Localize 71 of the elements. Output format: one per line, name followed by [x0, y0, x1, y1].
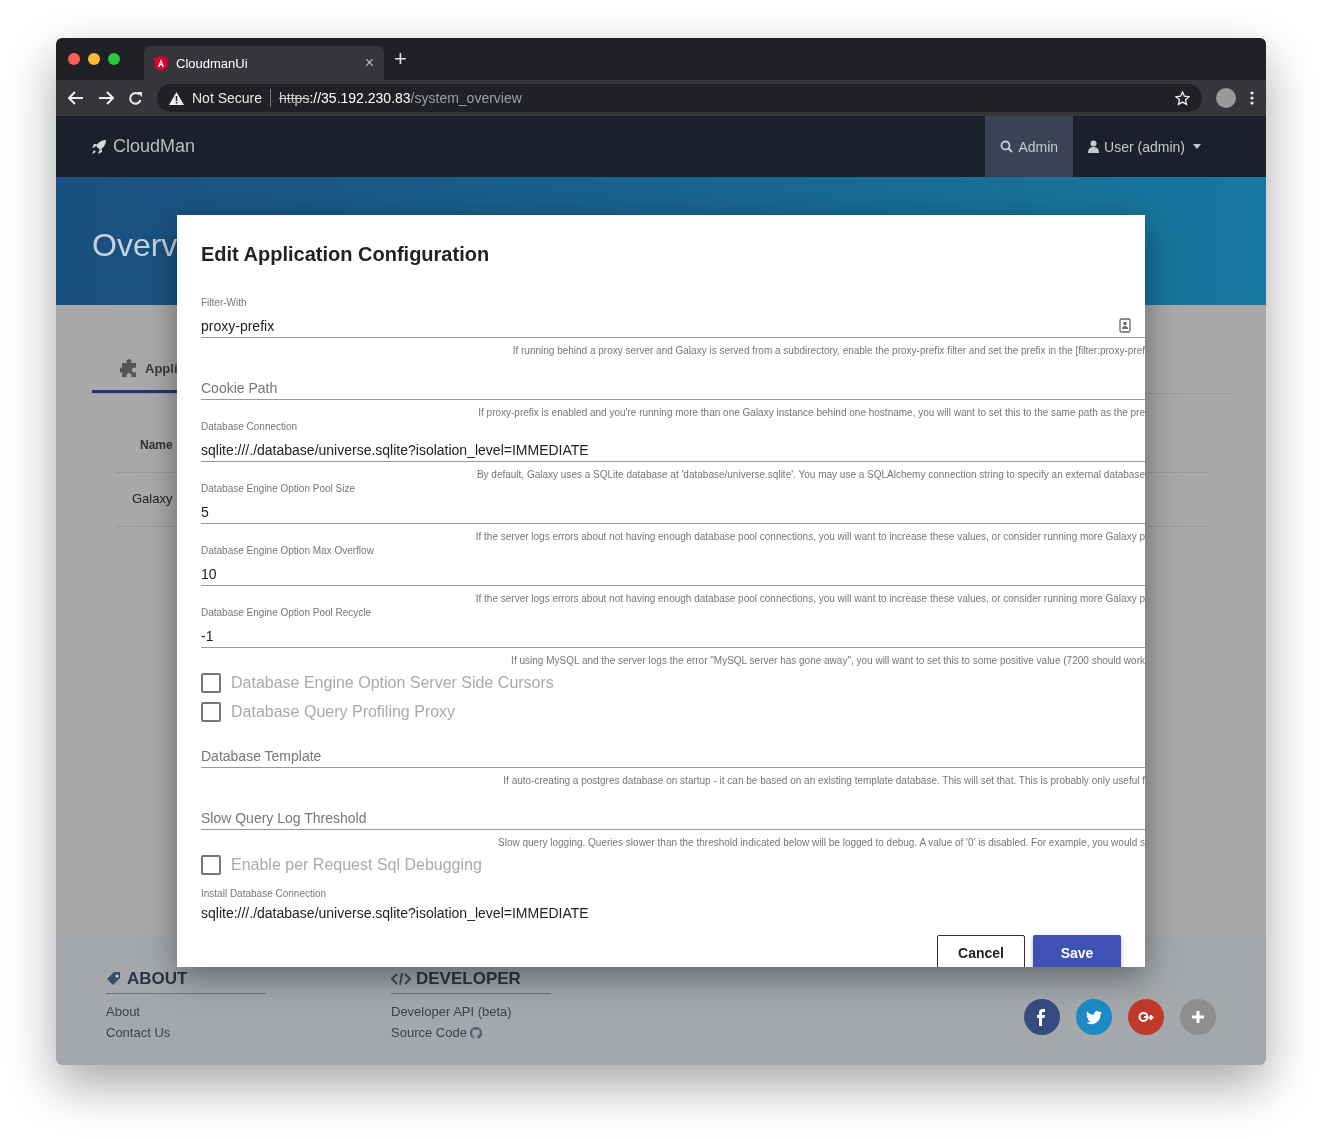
cancel-button[interactable]: Cancel [937, 935, 1025, 967]
shield-icon [154, 55, 168, 71]
footer-link[interactable]: Developer API (beta) [391, 1004, 512, 1019]
nav-item[interactable]: Admin [985, 116, 1074, 177]
field-label: Filter-With [201, 297, 247, 308]
text-field[interactable]: Database Template [201, 744, 1145, 768]
checkbox[interactable] [201, 854, 221, 875]
forward-icon[interactable] [98, 91, 114, 105]
column-header: Name [140, 438, 173, 452]
field-hint: If using MySQL and the server logs the error "MySQL server has gone away", you will want to set this to some positive value (7200 should work [510, 654, 1145, 668]
field-value: sqlite:///./database/universe.sqlite?isolation_level=IMMEDIATE [201, 905, 590, 921]
close-window-button[interactable] [68, 53, 80, 65]
field-hint: If running behind a proxy server and Galaxy is served from a subdirectory, enable the proxy-prefix filter and set the prefix in the [filter:proxy-pref [511, 344, 1145, 358]
text-field[interactable]: proxy-prefix [201, 314, 1145, 338]
table-cell: Galaxy [132, 491, 173, 506]
field-hint: By default, Galaxy uses a SQLite database at 'database/universe.sqlite'. You may use a SQLAlchemy connection string to specify an external database [475, 468, 1145, 482]
text-field[interactable]: 5 [201, 500, 1145, 524]
twitter-button[interactable] [1076, 999, 1112, 1035]
security-label[interactable]: Not Secure [192, 90, 263, 106]
save-button[interactable]: Save [1033, 935, 1121, 967]
more-button[interactable] [1180, 999, 1216, 1035]
url-field[interactable]: https://35.192.230.83/system_overview [279, 90, 1167, 106]
checkbox[interactable] [201, 672, 221, 693]
text-field[interactable]: Cookie Path [201, 376, 1145, 400]
footer-heading: ABOUT [127, 969, 188, 989]
text-field[interactable]: 10 [201, 562, 1145, 586]
code-icon [391, 972, 411, 986]
nav-item[interactable]: User (admin) [1073, 116, 1216, 177]
minimize-window-button[interactable] [88, 53, 100, 65]
zoom-window-button[interactable] [108, 53, 120, 65]
google-plus-button[interactable] [1128, 999, 1164, 1035]
search-icon [1000, 140, 1014, 153]
field-hint: Slow query logging. Queries slower than the threshold indicated below will be logged to debug. A value of '0' is disabled. For example, you would s [497, 836, 1145, 850]
dialog-title: Edit Application Configuration [201, 243, 491, 266]
more-icon [1190, 1008, 1206, 1026]
footer-link[interactable]: About [106, 1004, 140, 1019]
field-label: Install Database Connection [201, 888, 327, 899]
github-icon[interactable] [469, 1026, 482, 1039]
checkbox[interactable] [201, 701, 221, 722]
page-title: Overv [92, 227, 178, 263]
back-icon[interactable] [68, 91, 84, 105]
tag-icon [106, 971, 122, 987]
text-field[interactable]: sqlite:///./database/universe.sqlite?isolation_level=IMMEDIATE [201, 438, 1145, 462]
field-label: Database Engine Option Pool Recycle [201, 607, 372, 618]
field-label: Database Engine Option Max Overflow [201, 545, 374, 556]
caret-icon [1193, 144, 1201, 149]
field-label: Database Engine Option Pool Size [201, 483, 355, 494]
field-hint: If auto-creating a postgres database on startup - it can be based on an existing template database. This will set that. This is probably only useful f [502, 774, 1145, 788]
warning-icon[interactable] [169, 91, 184, 105]
field-label: Database Connection [201, 421, 298, 432]
person-card-icon[interactable] [1119, 318, 1131, 333]
rocket-icon [91, 138, 107, 155]
field-hint: If the server logs errors about not having enough database pool connections, you will want to increase these values, or consider running more Galaxy p [474, 530, 1145, 544]
twitter-icon [1086, 1008, 1102, 1026]
browser-tab[interactable]: CloudmanUi × [144, 46, 384, 80]
brand-name[interactable]: CloudMan [113, 136, 196, 157]
footer-link[interactable]: Contact Us [106, 1025, 171, 1040]
menu-icon[interactable] [1250, 91, 1254, 105]
facebook-button[interactable] [1024, 999, 1060, 1035]
footer-heading: DEVELOPER [416, 969, 521, 989]
avatar[interactable] [1216, 88, 1236, 108]
text-field[interactable]: Slow Query Log Threshold [201, 806, 1145, 830]
field-hint: If the server logs errors about not having enough database pool connections, you will want to increase these values, or consider running more Galaxy p [474, 592, 1145, 606]
field-hint: If proxy-prefix is enabled and you're running more than one Galaxy instance behind one hostname, you will want to set this to the same path as the pre [477, 406, 1145, 420]
user-icon [1088, 140, 1100, 153]
footer-link[interactable]: Source Code [391, 1025, 467, 1040]
text-field[interactable]: -1 [201, 624, 1145, 648]
close-tab-button[interactable]: × [364, 54, 374, 72]
new-tab-button[interactable]: + [394, 48, 407, 70]
reload-icon[interactable] [128, 90, 143, 106]
star-icon[interactable] [1175, 90, 1190, 106]
